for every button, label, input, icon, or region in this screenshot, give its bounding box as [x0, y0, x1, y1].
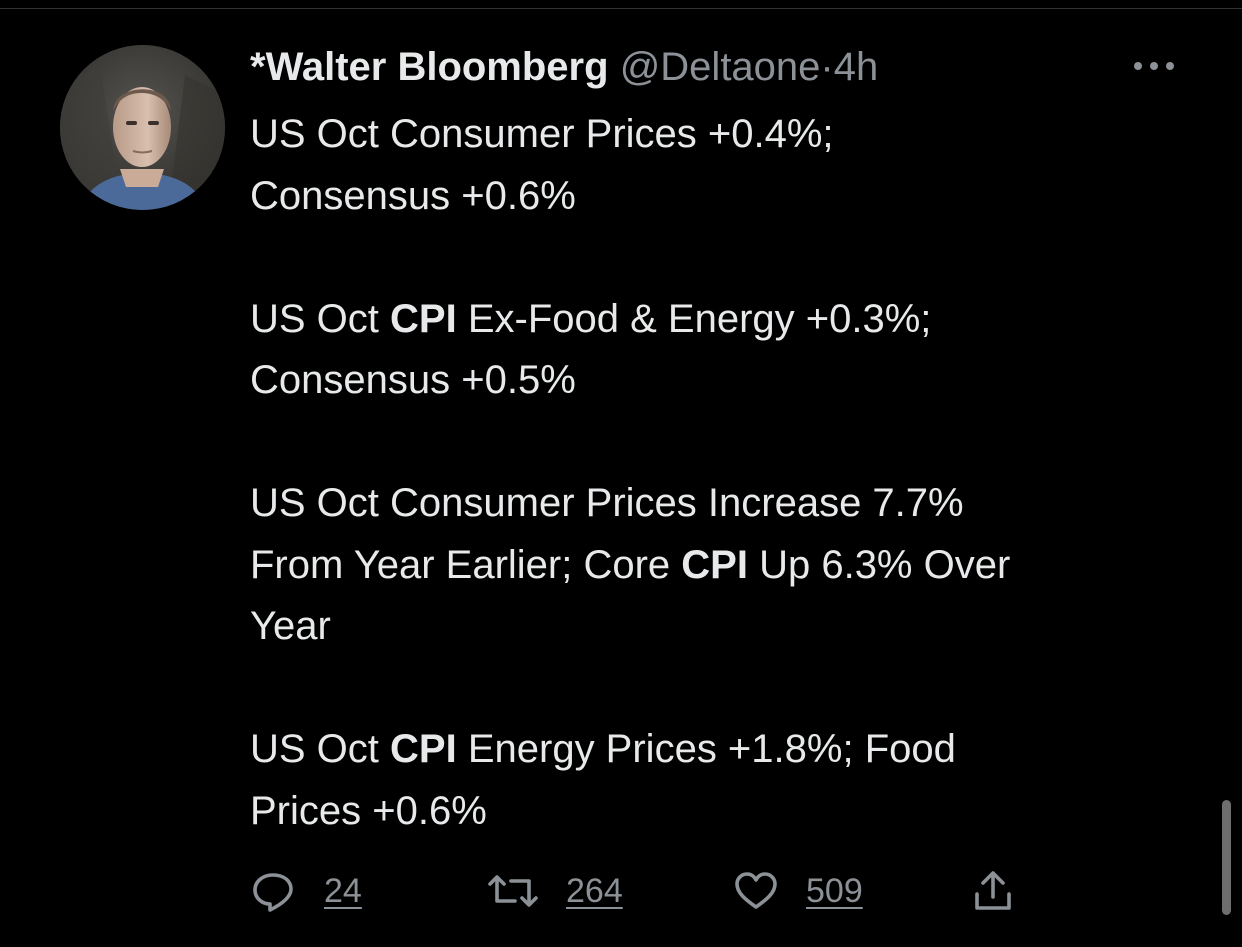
avatar-image — [60, 45, 225, 210]
tweet-text-segment: Energy Prices +1.8%; Food — [456, 727, 956, 771]
highlighted-keyword: CPI — [681, 542, 748, 587]
tweet-actions: 24 264 509 — [250, 863, 1050, 919]
reply-button[interactable]: 24 — [250, 863, 362, 919]
timestamp[interactable]: 4h — [834, 45, 879, 89]
highlighted-keyword: CPI — [390, 296, 457, 341]
retweet-button[interactable]: 264 — [484, 863, 623, 919]
avatar[interactable] — [60, 45, 225, 210]
like-button[interactable]: 509 — [732, 863, 863, 919]
tweet-text-segment: US Oct Consumer Prices +0.4%; — [250, 112, 834, 156]
reply-icon — [250, 869, 296, 913]
top-divider — [0, 8, 1242, 9]
author-name[interactable]: *Walter Bloomberg — [250, 45, 609, 89]
tweet-text-segment: Year — [250, 604, 331, 648]
tweet-paragraph: US Oct Consumer Prices +0.4%; Consensus +… — [250, 104, 1210, 227]
tweet-text-segment: US Oct Consumer Prices Increase 7.7% — [250, 481, 964, 525]
tweet-paragraph: US Oct Consumer Prices Increase 7.7% From… — [250, 473, 1210, 658]
tweet-text-segment: From Year Earlier; Core — [250, 542, 682, 587]
tweet-text-segment: Ex-Food & Energy +0.3%; — [456, 296, 932, 341]
separator-dot: · — [820, 45, 834, 89]
tweet-text-segment: Consensus +0.5% — [250, 358, 576, 402]
more-horizontal-icon[interactable] — [1130, 56, 1178, 76]
author-handle[interactable]: @Deltaone — [620, 45, 821, 89]
highlighted-keyword: CPI — [390, 727, 457, 771]
tweet-text-segment: Prices +0.6% — [250, 788, 487, 833]
like-count: 509 — [806, 871, 863, 910]
tweet-paragraph: US Oct CPI Ex-Food & Energy +0.3%; Consen… — [250, 289, 1210, 412]
tweet-paragraph: US Oct CPI Energy Prices +1.8%; Food Pric… — [250, 719, 1210, 842]
reply-count: 24 — [324, 871, 362, 910]
tweet-text-segment: US Oct — [250, 727, 391, 771]
tweet-text-segment: US Oct — [250, 296, 391, 341]
tweet-header: *Walter Bloomberg @Deltaone·4h — [250, 42, 878, 92]
tweet-text: US Oct Consumer Prices +0.4%; Consensus +… — [250, 104, 1210, 842]
retweet-icon — [484, 869, 542, 913]
tweet-text-segment: Up 6.3% Over — [747, 542, 1011, 587]
heart-icon — [732, 869, 780, 913]
tweet-text-segment: Consensus +0.6% — [250, 173, 576, 218]
retweet-count: 264 — [566, 871, 623, 910]
scrollbar[interactable] — [1222, 800, 1231, 915]
share-button[interactable] — [970, 863, 1016, 919]
share-icon — [970, 868, 1016, 914]
